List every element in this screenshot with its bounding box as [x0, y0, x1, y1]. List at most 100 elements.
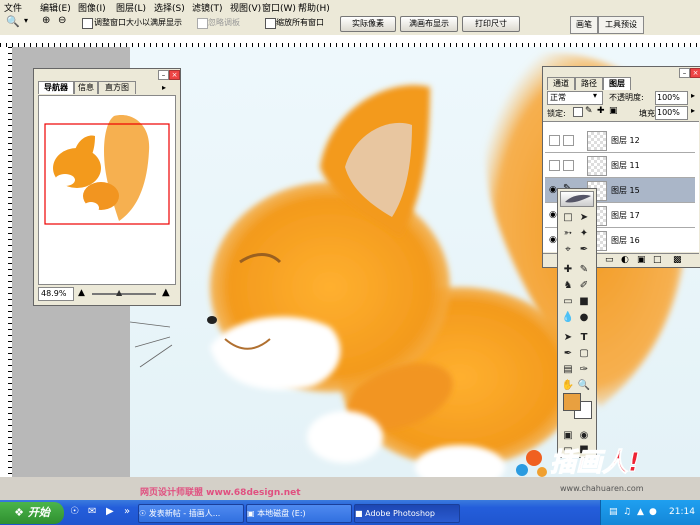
print-size-button[interactable]: 打印尺寸 [462, 16, 520, 32]
trash-icon[interactable]: ▩ [673, 255, 682, 265]
path-select-icon[interactable]: ➤ [561, 331, 575, 344]
lasso-tool-icon[interactable]: ➳ [561, 227, 575, 240]
layer-thumbnail [587, 156, 607, 176]
hand-tool-icon[interactable]: ✋ [561, 379, 575, 392]
ie-icon[interactable]: ☉ [70, 506, 79, 517]
ignore-palettes-label: 忽略调板 [208, 18, 240, 27]
quicklaunch-arrow-icon[interactable]: » [124, 506, 130, 517]
fill-field[interactable]: 100% [655, 106, 688, 120]
minimize-icon[interactable]: – [679, 68, 690, 78]
tab-channels[interactable]: 通道 [547, 77, 575, 90]
task-photoshop[interactable]: ■ Adobe Photoshop [354, 504, 460, 523]
lock-transparent-icon[interactable] [573, 107, 583, 117]
link-toggle[interactable] [563, 160, 574, 171]
close-icon[interactable]: × [169, 70, 180, 80]
folder-icon[interactable]: ▣ [637, 255, 646, 265]
blur-tool-icon[interactable]: 💧 [561, 311, 575, 324]
start-button[interactable]: ❖ 开始 [0, 502, 64, 524]
visibility-toggle[interactable] [549, 160, 560, 171]
layer-row[interactable]: 图层 12 [545, 128, 695, 153]
task-local-disk[interactable]: ▣ 本地磁盘 (E:) [246, 504, 352, 523]
chevron-down-icon: ▾ [593, 91, 598, 100]
fill-arrow-icon[interactable]: ▸ [691, 106, 695, 115]
tab-tool-presets[interactable]: 工具预设 [598, 16, 644, 34]
lock-brush-icon[interactable]: ✎ [585, 106, 593, 116]
logo-url: www.chahuaren.com [560, 484, 644, 493]
palette-menu-icon[interactable]: ▸ [162, 83, 166, 92]
eye-icon[interactable]: ◉ [549, 235, 557, 245]
visibility-toggle[interactable] [549, 135, 560, 146]
navigator-preview[interactable] [38, 95, 176, 285]
resize-window-checkbox[interactable] [82, 18, 93, 29]
zoom-slider-track[interactable] [92, 293, 156, 295]
zoom-in-icon[interactable]: ⊕ [42, 15, 50, 26]
brush-tool-icon[interactable]: ✎ [577, 263, 591, 276]
clock[interactable]: 21:14 [669, 507, 695, 517]
eyedropper-icon[interactable]: ✑ [577, 363, 591, 376]
crop-tool-icon[interactable]: ⌖ [561, 243, 575, 256]
lock-all-icon[interactable]: ▣ [609, 106, 618, 116]
zoom-all-checkbox[interactable] [265, 18, 276, 29]
slice-tool-icon[interactable]: ✒ [577, 243, 591, 256]
resize-window-label: 调整窗口大小以满屏显示 [94, 18, 182, 27]
shape-tool-icon[interactable]: ▢ [577, 347, 591, 360]
opacity-arrow-icon[interactable]: ▸ [691, 91, 695, 100]
magic-wand-icon[interactable]: ✦ [577, 227, 591, 240]
dropdown-arrow-icon[interactable]: ▾ [24, 16, 28, 25]
zoom-slider-handle[interactable]: ▲ [116, 288, 122, 297]
tab-info[interactable]: 信息 [74, 81, 98, 94]
actual-pixels-button[interactable]: 实际像素 [340, 16, 396, 32]
close-icon[interactable]: × [690, 68, 700, 78]
marquee-tool-icon[interactable]: □ [561, 211, 575, 224]
zoom-out-icon[interactable]: ⊖ [58, 15, 66, 26]
website-watermark: 网页设计师联盟 www.68design.net [140, 488, 301, 498]
history-brush-icon[interactable]: ✐ [577, 279, 591, 292]
ignore-palettes-checkbox[interactable] [197, 18, 208, 29]
eye-icon[interactable]: ◉ [549, 185, 557, 195]
stamp-tool-icon[interactable]: ♞ [561, 279, 575, 292]
navigator-palette: – × 导航器 信息 直方图 ▸ 48.9% ▲ ▲ ▲ [33, 68, 181, 306]
system-tray: ▤ ♫ ▲ ● 21:14 [600, 500, 700, 525]
zoom-in-small-icon[interactable]: ▲ [162, 287, 170, 298]
lock-label: 锁定: [547, 109, 566, 118]
move-tool-icon[interactable]: ➤ [577, 211, 591, 224]
start-label: 开始 [27, 506, 50, 519]
task-label: Adobe Photoshop [365, 509, 435, 518]
task-forum-post[interactable]: ☉ 发表新帖 - 插画人... [138, 504, 244, 523]
layer-row[interactable]: 图层 11 [545, 153, 695, 178]
zoom-tool-icon[interactable]: 🔍 [577, 379, 591, 392]
tab-layers[interactable]: 图层 [603, 77, 631, 90]
notes-tool-icon[interactable]: ▤ [561, 363, 575, 376]
mail-icon[interactable]: ✉ [88, 506, 96, 517]
volume-icon[interactable]: ♫ [623, 507, 631, 517]
ime-icon[interactable]: ● [649, 507, 657, 517]
zoom-percent-field[interactable]: 48.9% [38, 287, 74, 301]
minimize-icon[interactable]: – [158, 70, 169, 80]
tab-navigator[interactable]: 导航器 [38, 81, 74, 94]
adjustment-icon[interactable]: ◐ [621, 255, 629, 265]
tab-paths[interactable]: 路径 [575, 77, 603, 90]
zoom-tool-icon[interactable]: 🔍 [6, 15, 20, 28]
healing-tool-icon[interactable]: ✚ [561, 263, 575, 276]
media-icon[interactable]: ▶ [106, 506, 114, 517]
network-icon[interactable]: ▤ [609, 507, 618, 517]
type-tool-icon[interactable]: T [577, 331, 591, 344]
eraser-tool-icon[interactable]: ▭ [561, 295, 575, 308]
pen-tool-icon[interactable]: ✒ [561, 347, 575, 360]
foreground-color-swatch[interactable] [563, 393, 581, 411]
lock-move-icon[interactable]: ✚ [597, 106, 605, 116]
fit-screen-button[interactable]: 满画布显示 [400, 16, 458, 32]
link-toggle[interactable] [563, 135, 574, 146]
new-set-icon[interactable]: ▭ [605, 255, 614, 265]
tab-brushes[interactable]: 画笔 [570, 16, 598, 34]
zoom-out-small-icon[interactable]: ▲ [78, 288, 85, 298]
tab-histogram[interactable]: 直方图 [98, 81, 136, 94]
opacity-field[interactable]: 100% [655, 91, 688, 105]
layer-thumbnail [587, 131, 607, 151]
gradient-tool-icon[interactable]: ■ [577, 295, 591, 308]
dodge-tool-icon[interactable]: ● [577, 311, 591, 324]
eye-icon[interactable]: ◉ [549, 210, 557, 220]
opacity-label: 不透明度: [609, 93, 644, 102]
shield-icon[interactable]: ▲ [637, 507, 644, 517]
new-layer-icon[interactable]: □ [653, 255, 662, 265]
